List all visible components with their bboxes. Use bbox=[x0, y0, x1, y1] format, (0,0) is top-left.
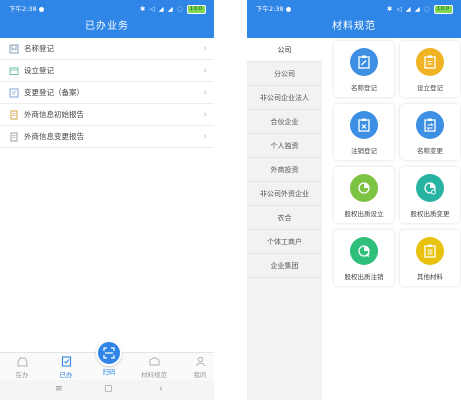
list-item-establishment[interactable]: 设立登记 › bbox=[0, 60, 214, 82]
card-label: 股权出质注销 bbox=[344, 273, 384, 281]
list-item-label: 外商信息变更报告 bbox=[24, 132, 84, 141]
clipboard-icon bbox=[424, 55, 436, 69]
status-bar: 下午2:38 ✱ ◁ ◢ ◢ ◌ 100 bbox=[247, 0, 461, 18]
menu-key[interactable]: ≡ bbox=[55, 384, 63, 394]
card-label: 股权出质设立 bbox=[344, 210, 384, 218]
home-key[interactable]: ▢ bbox=[104, 384, 113, 394]
category-item-company[interactable]: 公司 bbox=[247, 38, 322, 62]
chevron-right-icon: › bbox=[203, 88, 207, 98]
chevron-right-icon: › bbox=[203, 66, 207, 76]
category-item-branch[interactable]: 分公司 bbox=[247, 62, 322, 86]
inbox-icon bbox=[17, 357, 27, 367]
card-label: 注销登记 bbox=[351, 147, 377, 155]
category-item-partnership[interactable]: 合伙企业 bbox=[247, 110, 322, 134]
document-icon bbox=[10, 132, 18, 142]
list-item-label: 外商信息初始报告 bbox=[24, 110, 84, 119]
list-item-label: 变更登记（备案） bbox=[24, 88, 84, 97]
nav-label: 我的 bbox=[193, 371, 207, 379]
material-spec-screen: 下午2:38 ✱ ◁ ◢ ◢ ◌ 100 材料规范 公司 分公司 非公司企业法人… bbox=[247, 0, 461, 400]
card-label: 其他材料 bbox=[417, 273, 443, 281]
category-item-enterprise-group[interactable]: 企业集团 bbox=[247, 254, 322, 278]
chevron-right-icon: › bbox=[203, 110, 207, 120]
card-icon-bg bbox=[350, 174, 378, 202]
card-icon-bg bbox=[350, 48, 378, 76]
card-label: 名称变更 bbox=[417, 147, 443, 155]
category-item-sole-proprietor[interactable]: 个人独资 bbox=[247, 134, 322, 158]
nav-material-spec[interactable]: 材料规范 bbox=[134, 356, 174, 379]
done-icon bbox=[61, 356, 71, 367]
status-time: 下午2:38 bbox=[9, 0, 44, 18]
pie-chart-swap-icon bbox=[424, 182, 436, 195]
chevron-right-icon: › bbox=[203, 44, 207, 54]
category-item-foreign-investment[interactable]: 外商投资 bbox=[247, 158, 322, 182]
scan-label: 扫码 bbox=[102, 368, 116, 376]
user-icon bbox=[195, 356, 205, 367]
completed-business-screen: 下午2:38 ✱ ◁ ◢ ◢ ◌ 100 已办业务 名称登记 › 设立登记 › … bbox=[0, 0, 214, 400]
clipboard-cancel-icon bbox=[358, 118, 370, 132]
card-label: 设立登记 bbox=[417, 84, 443, 92]
pie-chart-cancel-icon bbox=[358, 245, 370, 257]
category-item-non-company-legal[interactable]: 非公司企业法人 bbox=[247, 86, 322, 110]
card-label: 股权出质变更 bbox=[410, 210, 450, 218]
status-icons: ✱ ◁ ◢ ◢ ◌ 100 bbox=[140, 0, 206, 18]
business-list: 名称登记 › 设立登记 › 变更登记（备案） › 外商信息初始报告 › 外商信息… bbox=[0, 38, 214, 148]
nav-completed[interactable]: 已办 bbox=[46, 356, 86, 379]
system-nav-bar: ≡ ▢ ‹ bbox=[0, 380, 214, 400]
nav-in-progress[interactable]: 在办 bbox=[2, 356, 42, 379]
card-icon-bg bbox=[350, 237, 378, 265]
page-title: 已办业务 bbox=[85, 21, 129, 32]
pie-chart-icon bbox=[358, 182, 370, 194]
back-key[interactable]: ‹ bbox=[159, 384, 163, 394]
category-item-non-company-foreign[interactable]: 非公司外资企业 bbox=[247, 182, 322, 206]
category-item-individual-business[interactable]: 个体工商户 bbox=[247, 230, 322, 254]
scan-button[interactable] bbox=[96, 340, 122, 366]
document-icon bbox=[10, 110, 18, 120]
card-icon-bg bbox=[416, 237, 444, 265]
list-item-change-registration[interactable]: 变更登记（备案） › bbox=[0, 82, 214, 104]
folder-icon bbox=[9, 67, 19, 75]
clipboard-pen-icon bbox=[358, 55, 370, 69]
nav-label: 材料规范 bbox=[141, 371, 167, 379]
card-icon-bg bbox=[416, 174, 444, 202]
bookmark-icon bbox=[9, 44, 19, 54]
battery-icon: 100 bbox=[186, 4, 206, 14]
battery-icon: 100 bbox=[433, 4, 453, 14]
card-equity-pledge-cancel[interactable]: 股权出质注销 bbox=[334, 230, 394, 286]
card-establishment[interactable]: 设立登记 bbox=[400, 41, 460, 97]
card-icon-bg bbox=[416, 111, 444, 139]
nav-mine[interactable]: 我的 bbox=[180, 356, 214, 379]
card-other-materials[interactable]: 其他材料 bbox=[400, 230, 460, 286]
list-item-name-registration[interactable]: 名称登记 › bbox=[0, 38, 214, 60]
edit-icon bbox=[9, 88, 19, 98]
status-bar: 下午2:38 ✱ ◁ ◢ ◢ ◌ 100 bbox=[0, 0, 214, 18]
top-bar: 下午2:38 ✱ ◁ ◢ ◢ ◌ 100 材料规范 bbox=[247, 0, 461, 38]
card-name-registration[interactable]: 名称登记 bbox=[334, 41, 394, 97]
scan-icon bbox=[103, 347, 115, 359]
status-icons: ✱ ◁ ◢ ◢ ◌ 100 bbox=[387, 0, 453, 18]
page-title: 材料规范 bbox=[332, 21, 376, 32]
list-item-foreign-change-report[interactable]: 外商信息变更报告 › bbox=[0, 126, 214, 148]
card-name-change[interactable]: 名称变更 bbox=[400, 104, 460, 160]
card-equity-pledge-change[interactable]: 股权出质变更 bbox=[400, 167, 460, 223]
card-icon-bg bbox=[416, 48, 444, 76]
category-sidebar: 公司 分公司 非公司企业法人 合伙企业 个人独资 外商投资 非公司外资企业 农合… bbox=[247, 38, 322, 400]
top-bar: 下午2:38 ✱ ◁ ◢ ◢ ◌ 100 已办业务 bbox=[0, 0, 214, 38]
list-item-foreign-initial-report[interactable]: 外商信息初始报告 › bbox=[0, 104, 214, 126]
nav-label: 在办 bbox=[15, 371, 29, 379]
list-item-label: 名称登记 bbox=[24, 44, 54, 53]
clipboard-swap-icon bbox=[424, 118, 436, 132]
box-icon bbox=[149, 356, 159, 366]
clipboard-list-icon bbox=[424, 244, 436, 258]
list-item-label: 设立登记 bbox=[24, 66, 54, 75]
category-item-farmer-coop[interactable]: 农合 bbox=[247, 206, 322, 230]
chevron-right-icon: › bbox=[203, 132, 207, 142]
card-icon-bg bbox=[350, 111, 378, 139]
nav-label: 已办 bbox=[59, 371, 73, 379]
card-equity-pledge-setup[interactable]: 股权出质设立 bbox=[334, 167, 394, 223]
card-label: 名称登记 bbox=[351, 84, 377, 92]
status-time: 下午2:38 bbox=[256, 0, 291, 18]
card-deregistration[interactable]: 注销登记 bbox=[334, 104, 394, 160]
